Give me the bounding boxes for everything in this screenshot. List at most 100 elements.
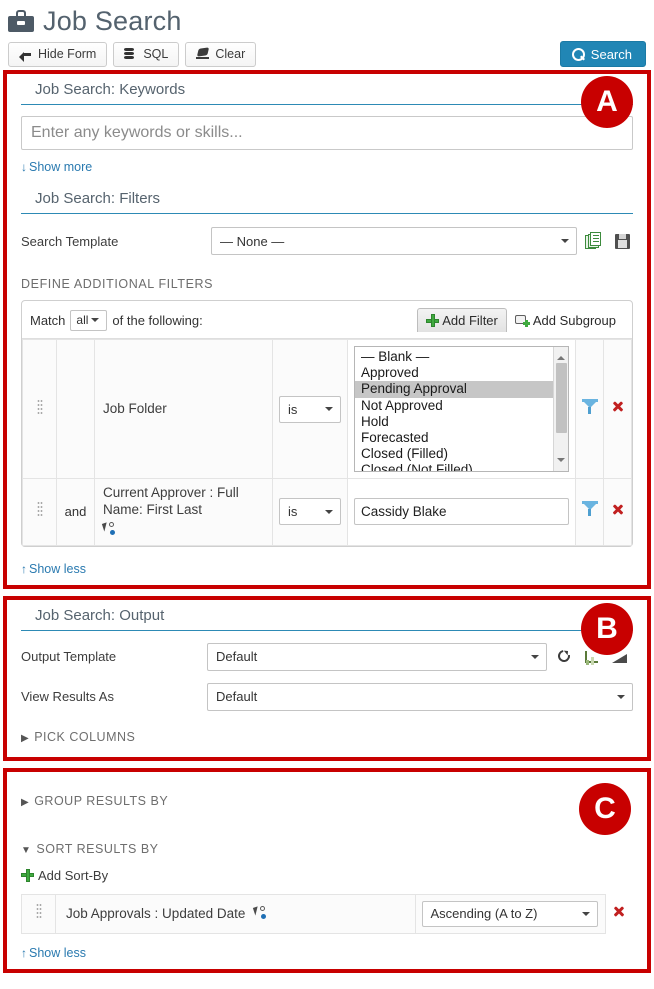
view-results-value: Default [216,689,258,705]
output-template-label: Output Template [21,649,117,665]
add-subgroup-button[interactable]: Add Subgroup [507,308,624,332]
keywords-input[interactable] [21,116,633,150]
cursor-select-icon[interactable] [253,906,268,920]
annotated-panel-c: C ▶ GROUP RESULTS BY ▼ SORT RESULTS BY Add… [3,767,651,973]
filter-row-remove-cell [603,339,632,479]
job-folder-listbox[interactable]: — Blank — Approved Pending Approval Not App… [354,346,569,472]
listbox-option[interactable]: Forecasted [355,430,568,446]
output-template-select[interactable]: Default [207,642,547,671]
hide-form-button[interactable]: Hide Form [8,41,108,67]
chevron-down-icon [561,239,569,247]
filter-operator-value: is [288,401,298,417]
funnel-icon[interactable] [581,398,599,416]
filter-group-header: Match all of the following: Add Filter A… [22,301,632,339]
drag-grip-icon[interactable] [36,501,43,518]
filter-group-box: Match all of the following: Add Filter A… [21,300,633,547]
scrollbar-thumb[interactable] [556,363,567,433]
listbox-option[interactable]: Hold [355,414,568,430]
floppy-save-icon[interactable] [613,231,633,251]
refresh-icon[interactable] [555,646,575,667]
show-less-arrow-icon: ↑ [21,945,27,960]
chevron-down-icon [617,694,625,703]
remove-x-icon[interactable] [611,502,625,516]
remove-x-icon[interactable] [612,904,626,918]
filter-row-drag-handle[interactable] [22,339,57,479]
listbox-option[interactable]: Approved [355,365,568,381]
eraser-icon [196,46,210,61]
keywords-show-more-toggle[interactable]: ↓ Show more [21,160,92,174]
filter-row-funnel-cell [575,478,604,546]
sort-rows-table: Job Approvals : Updated Date Ascending (… [21,893,633,934]
chevron-down-icon [531,654,539,663]
drag-grip-icon[interactable] [36,398,43,415]
filter-row-drag-handle[interactable] [22,478,57,546]
filter-row-conjunction: and [56,478,95,546]
job-folder-options: — Blank — Approved Pending Approval Not App… [355,347,568,471]
listbox-option[interactable]: Closed (Not Filled) [355,462,568,471]
filter-row-conjunction [56,339,95,479]
match-select[interactable]: all [70,309,108,331]
match-value: all [76,313,89,327]
listbox-option[interactable]: Not Approved [355,398,568,414]
pick-columns-label: PICK COLUMNS [34,729,136,744]
listbox-option[interactable]: Pending Approval [355,381,568,398]
filter-operator-select[interactable]: is [279,498,341,526]
show-less-arrow-icon: ↑ [21,561,27,576]
output-section-title: Job Search: Output [21,600,633,631]
drag-grip-icon[interactable] [35,903,42,920]
filter-row-value-cell [347,478,576,546]
listbox-option[interactable]: Closed (Filled) [355,446,568,462]
sort-toggle-label: Show less [29,945,86,960]
funnel-icon[interactable] [581,500,599,518]
pick-columns-toggle[interactable]: ▶ PICK COLUMNS [21,730,633,744]
sort-row-remove-cell [605,894,633,934]
sort-show-less-toggle[interactable]: ↑ Show less [21,946,86,960]
group-results-by-toggle[interactable]: ▶ GROUP RESULTS BY [21,794,633,808]
toolbar: Hide Form SQL Clear Search [0,38,654,70]
filter-row-field: Job Folder [94,339,273,479]
filter-operator-value: is [288,504,298,520]
cursor-select-icon[interactable] [101,521,117,536]
scroll-down-arrow-icon[interactable] [557,458,565,466]
chevron-down-icon [91,318,100,326]
sort-results-by-toggle[interactable]: ▼ SORT RESULTS BY [21,842,633,856]
remove-x-icon[interactable] [611,400,625,414]
chevron-down-icon [325,509,333,518]
filter-value-input[interactable] [354,498,569,526]
filters-show-less-toggle[interactable]: ↑ Show less [21,562,86,576]
add-sortby-button[interactable]: Add Sort-By [21,868,108,883]
add-sortby-label: Add Sort-By [38,867,109,883]
sort-results-by-label: SORT RESULTS BY [36,841,159,856]
filter-row-operator-cell: is [272,339,348,479]
clear-label: Clear [215,47,246,61]
filter-operator-select[interactable]: is [279,395,341,423]
briefcase-icon [8,10,34,32]
search-button[interactable]: Search [559,41,646,67]
sort-direction-value: Ascending (A to Z) [430,906,538,922]
listbox-scrollbar[interactable] [553,347,568,471]
keywords-toggle-label: Show more [29,160,93,174]
filter-row-remove-cell [603,478,632,546]
view-results-row: View Results As Default [21,682,633,711]
add-filter-button[interactable]: Add Filter [417,308,507,332]
sort-row-field-label: Job Approvals : Updated Date [66,906,246,922]
view-results-select[interactable]: Default [207,682,633,711]
sort-row-drag-handle[interactable] [21,893,56,934]
page-title: Job Search [43,5,182,36]
annotation-badge-b: B [581,602,633,655]
subgroup-icon [514,314,530,327]
listbox-option[interactable]: — Blank — [355,349,568,365]
search-template-select[interactable]: — None — [211,227,577,255]
page-header: Job Search [0,0,654,38]
triangle-right-icon: ▶ [21,732,30,744]
scroll-up-arrow-icon[interactable] [557,352,565,360]
sort-direction-select[interactable]: Ascending (A to Z) [421,900,598,927]
add-filter-label: Add Filter [442,313,498,328]
define-additional-filters-heading: DEFINE ADDITIONAL FILTERS [21,277,214,291]
copy-pages-icon[interactable] [585,231,605,251]
table-row: Job Approvals : Updated Date Ascending (… [21,893,633,934]
clear-button[interactable]: Clear [185,41,257,67]
sql-button[interactable]: SQL [113,41,180,67]
match-suffix-label: of the following: [112,312,203,328]
database-icon [124,47,137,61]
